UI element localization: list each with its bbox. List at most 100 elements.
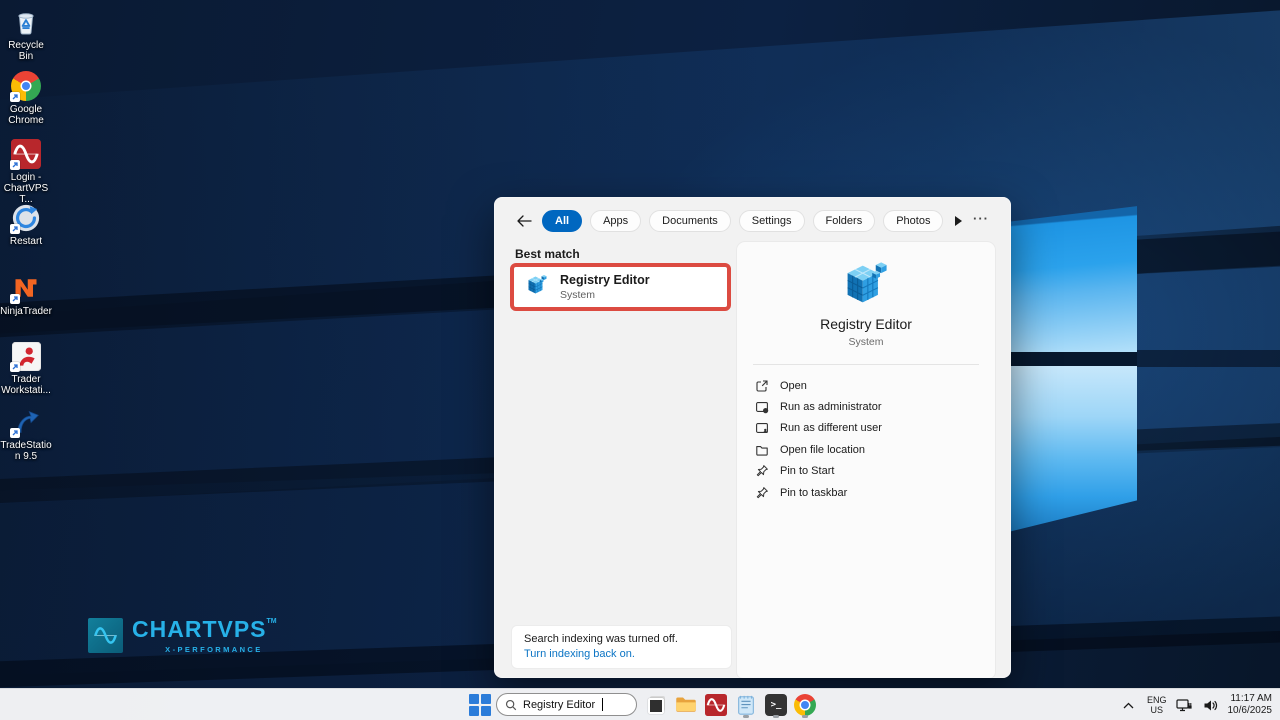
overflow-menu-button[interactable]: ··· [973, 211, 989, 226]
desktop-icon-label: Login - ChartVPS T... [3, 172, 49, 206]
wallpaper-window-crossbar [1000, 352, 1137, 366]
desktop-icon-label: Recycle Bin [8, 40, 44, 63]
tradestation-icon [10, 406, 42, 438]
action-pin-to-taskbar[interactable]: Pin to taskbar [755, 482, 985, 503]
desktop-icon-label: TradeStation 9.5 [0, 440, 52, 463]
pin-icon [756, 486, 768, 498]
running-indicator [743, 715, 749, 718]
wallpaper-window-pane-bottom [1000, 366, 1137, 534]
desktop-icon-label: Google Chrome [8, 104, 44, 127]
wallpaper-window-crossbar-shadow [1137, 350, 1280, 367]
action-run-as-different-user[interactable]: Run as different user [755, 418, 985, 439]
action-list: Open Run as administrator Run as differe… [755, 375, 985, 503]
open-external-icon [756, 380, 768, 392]
desktop-icon-tradestation[interactable]: TradeStation 9.5 [0, 406, 52, 462]
more-tabs-icon[interactable] [955, 216, 963, 226]
desktop-icon-chartvps-login[interactable]: Login - ChartVPS T... [0, 138, 52, 206]
windows-logo-icon [469, 694, 491, 716]
chrome-icon [10, 70, 42, 102]
run-admin-icon [756, 402, 769, 414]
recycle-bin-icon [10, 6, 42, 38]
best-match-result[interactable]: Registry Editor System [510, 263, 731, 311]
indexing-link[interactable]: Turn indexing back on. [524, 648, 719, 660]
taskbar-app-notepad[interactable] [732, 691, 760, 719]
tray-date: 10/6/2025 [1227, 705, 1273, 716]
search-tab-bar: All Apps Documents Settings Folders Phot… [514, 210, 963, 232]
divider [753, 364, 979, 365]
trader-workstation-icon [10, 340, 42, 372]
clock[interactable]: 11:17 AM 10/6/2025 [1228, 693, 1277, 718]
shortcut-arrow-icon [10, 428, 20, 438]
desktop-icon-label: Restart [9, 236, 43, 247]
search-query-text: Registry Editor [523, 698, 596, 711]
indexing-message: Search indexing was turned off. [524, 633, 678, 645]
chrome-icon [794, 694, 816, 716]
shortcut-arrow-icon [10, 160, 20, 170]
notepad-icon [738, 695, 754, 715]
action-pin-to-start[interactable]: Pin to Start [755, 461, 985, 482]
taskbar-app-file-explorer[interactable] [672, 691, 700, 719]
desktop-icon-trader-workstation[interactable]: Trader Workstati... [0, 340, 52, 396]
tab-folders[interactable]: Folders [812, 210, 876, 232]
chartvps-app-icon [705, 694, 727, 716]
wallpaper-window-pane-top [1000, 206, 1137, 352]
open-file-location-icon [756, 445, 768, 456]
tray-chevron-up-icon[interactable] [1118, 691, 1140, 719]
watermark-tagline: X-PERFORMANCE [165, 645, 263, 654]
registry-editor-icon [525, 273, 549, 302]
ninjatrader-icon [10, 272, 42, 304]
trademark-symbol: TM [266, 618, 277, 625]
back-button[interactable] [514, 210, 534, 232]
search-icon [505, 699, 517, 710]
desktop-icon-restart[interactable]: Restart [0, 202, 52, 247]
action-open-file-location[interactable]: Open file location [755, 439, 985, 460]
shortcut-arrow-icon [10, 224, 20, 234]
search-flyout-panel: All Apps Documents Settings Folders Phot… [494, 197, 1011, 678]
terminal-icon: >_ [765, 694, 787, 716]
taskbar-app-chartvps[interactable] [702, 691, 730, 719]
tab-documents[interactable]: Documents [649, 210, 731, 232]
taskbar-search-input[interactable]: Registry Editor [496, 693, 637, 716]
restart-icon [10, 202, 42, 234]
tab-settings[interactable]: Settings [738, 210, 805, 232]
taskbar-app-terminal[interactable]: >_ [762, 691, 790, 719]
pin-icon [756, 465, 768, 477]
task-view-icon [644, 693, 668, 717]
taskbar-app-chrome[interactable] [791, 691, 819, 719]
taskbar-app-task-view[interactable] [642, 691, 670, 719]
volume-icon[interactable] [1201, 691, 1221, 719]
running-indicator [773, 715, 779, 718]
running-indicator [802, 715, 808, 718]
result-title: Registry Editor [560, 273, 650, 288]
desktop-icon-google-chrome[interactable]: Google Chrome [0, 70, 52, 126]
best-match-header: Best match [515, 247, 580, 261]
tab-all[interactable]: All [542, 210, 583, 232]
chartvps-login-icon [10, 138, 42, 170]
desktop-icon-ninjatrader[interactable]: NinjaTrader [0, 272, 52, 317]
watermark-brand: CHARTVPSTM [132, 616, 277, 642]
preview-subtitle: System [848, 336, 884, 348]
chartvps-watermark: CHARTVPSTM X-PERFORMANCE [88, 618, 277, 654]
desktop-icon-label: NinjaTrader [0, 306, 52, 317]
shortcut-arrow-icon [10, 362, 20, 372]
text-caret [602, 698, 604, 711]
indexing-notice: Search indexing was turned off. Turn ind… [511, 625, 732, 669]
preview-title: Registry Editor [820, 316, 912, 332]
desktop-icon-label: Trader Workstati... [1, 374, 51, 397]
language-indicator[interactable]: ENG US [1147, 695, 1167, 716]
registry-editor-icon [840, 258, 892, 315]
tab-photos[interactable]: Photos [883, 210, 944, 232]
result-subtitle: System [560, 288, 596, 301]
desktop-icon-recycle-bin[interactable]: Recycle Bin [0, 6, 52, 62]
desktop: Recycle Bin Google Chrome Login - ChartV… [0, 0, 1280, 720]
system-tray: ENG US 11:17 AM 10/6/2025 [1118, 689, 1276, 720]
action-run-as-administrator[interactable]: Run as administrator [755, 396, 985, 417]
network-icon[interactable] [1174, 691, 1194, 719]
file-explorer-icon [676, 697, 696, 712]
shortcut-arrow-icon [10, 294, 20, 304]
shortcut-arrow-icon [10, 92, 20, 102]
tab-apps[interactable]: Apps [590, 210, 642, 232]
taskbar: Registry Editor >_ ENG US 11:17 AM 10/6/… [0, 688, 1280, 720]
start-button[interactable] [466, 691, 494, 719]
action-open[interactable]: Open [755, 375, 985, 396]
